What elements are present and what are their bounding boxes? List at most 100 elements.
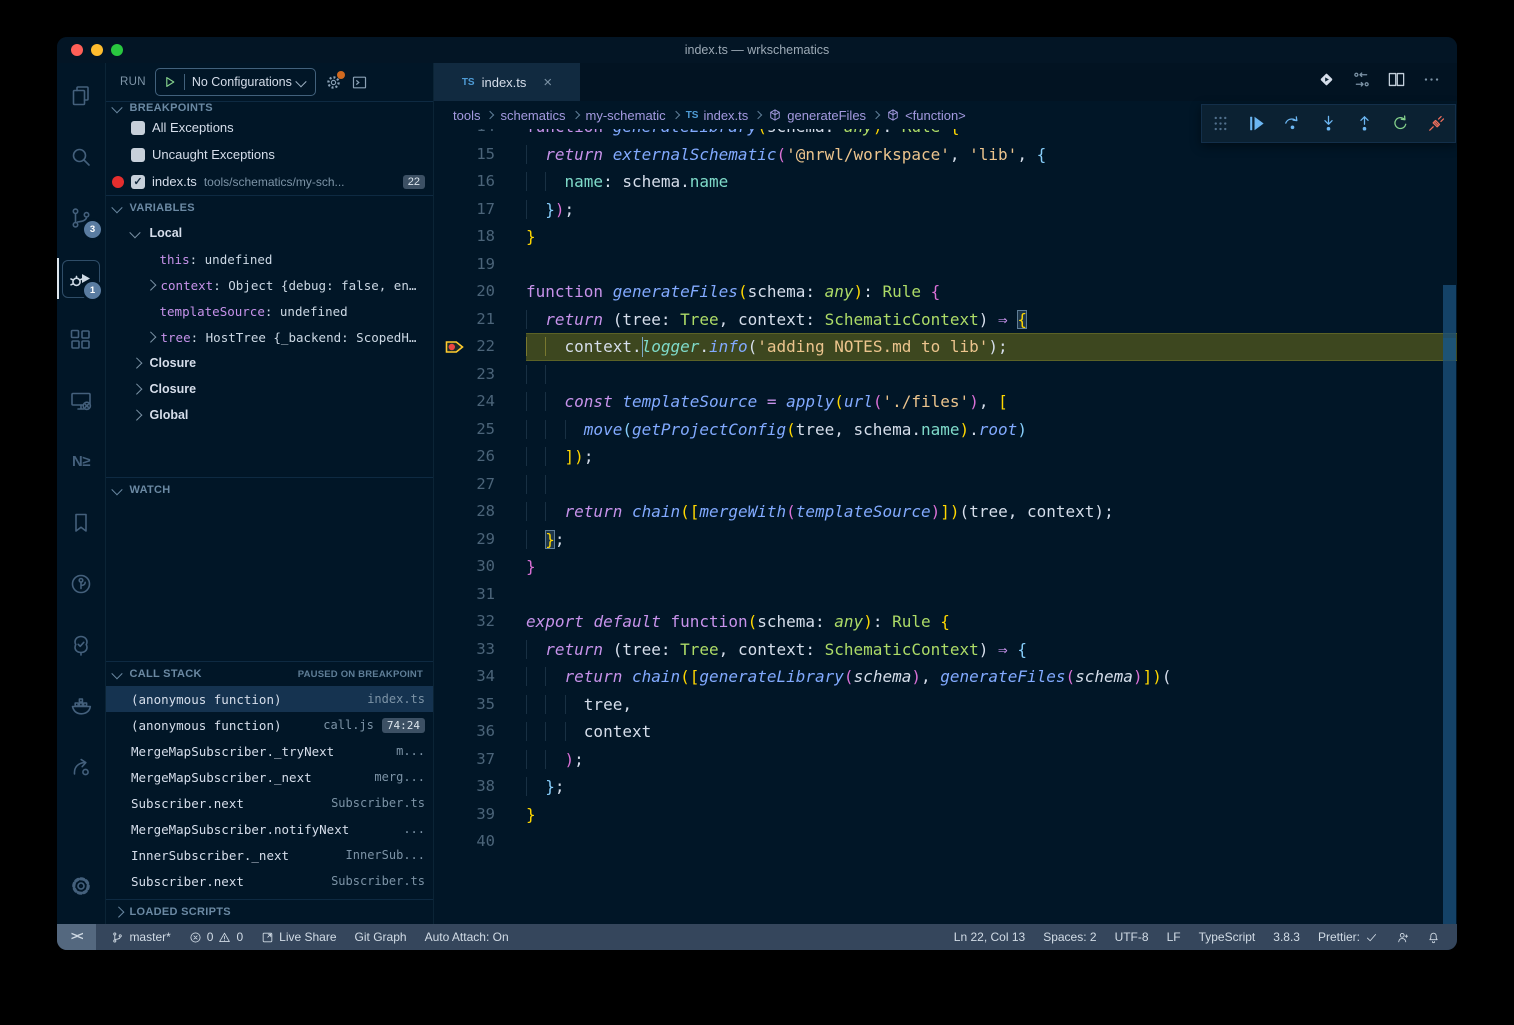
step-out-button[interactable]	[1349, 109, 1381, 139]
loaded-scripts-header[interactable]: LOADED SCRIPTS	[106, 899, 433, 924]
step-into-button[interactable]	[1312, 109, 1344, 139]
continue-button[interactable]	[1240, 109, 1272, 139]
status-problems[interactable]: 00	[180, 924, 252, 950]
code-line-content[interactable]: return (tree: Tree, context: SchematicCo…	[526, 306, 1457, 334]
variable-row[interactable]: templateSource: undefined	[106, 298, 433, 324]
code-line-content[interactable]: return chain([generateLibrary(schema), g…	[526, 663, 1457, 691]
code-line-content[interactable]: }	[526, 801, 1457, 829]
code-line-content[interactable]: move(getProjectConfig(tree, schema.name)…	[526, 416, 1457, 444]
call-stack-header[interactable]: CALL STACK PAUSED ON BREAKPOINT	[106, 661, 433, 686]
status-feedback[interactable]	[1387, 924, 1418, 950]
status-indentation[interactable]: Spaces: 2	[1034, 924, 1105, 950]
activity-item-remote-explorer[interactable]	[57, 370, 105, 431]
editor-action-run[interactable]	[1317, 70, 1336, 94]
toolbar-drag-handle[interactable]	[1204, 109, 1236, 139]
code-line-content[interactable]: return externalSchematic('@nrwl/workspac…	[526, 141, 1457, 169]
editor-action-split-editor[interactable]	[1387, 70, 1406, 94]
breakpoints-header[interactable]: BREAKPOINTS	[106, 101, 433, 114]
code-editor[interactable]: 14function generateLibrary(schema: any):…	[434, 129, 1457, 924]
breadcrumb-item-5[interactable]: generateFiles	[768, 108, 866, 123]
launch-configuration-dropdown[interactable]: No Configurations	[155, 68, 317, 96]
checkbox[interactable]	[131, 121, 145, 135]
code-line-content[interactable]	[526, 251, 1457, 279]
code-line-content[interactable]	[526, 471, 1457, 499]
checkbox[interactable]	[131, 148, 145, 162]
variables-scope-global[interactable]: Global	[106, 402, 433, 428]
breadcrumb-item-3[interactable]: my-schematic	[586, 108, 666, 123]
activity-item-search[interactable]	[57, 126, 105, 187]
activity-item-docker[interactable]	[57, 675, 105, 736]
code-line-content[interactable]: }	[526, 223, 1457, 251]
code-line-content[interactable]: ]);	[526, 443, 1457, 471]
activity-item-run-debug[interactable]: 1	[57, 248, 105, 309]
activity-item-extensions[interactable]	[57, 309, 105, 370]
watch-header[interactable]: WATCH	[106, 477, 433, 502]
step-over-button[interactable]	[1276, 109, 1308, 139]
code-line-content[interactable]: return (tree: Tree, context: SchematicCo…	[526, 636, 1457, 664]
code-line-content[interactable]: return chain([mergeWith(templateSource)]…	[526, 498, 1457, 526]
variable-row[interactable]: this: undefined	[106, 246, 433, 272]
variable-row[interactable]: context: Object {debug: false, en…	[106, 272, 433, 298]
breadcrumb-item-1[interactable]: tools	[453, 108, 480, 123]
status-auto-attach[interactable]: Auto Attach: On	[416, 924, 518, 950]
status-git-graph[interactable]: Git Graph	[346, 924, 416, 950]
restart-button[interactable]	[1385, 109, 1417, 139]
variables-scope-local[interactable]: Local	[106, 220, 433, 246]
code-line-content[interactable]: context	[526, 718, 1457, 746]
callstack-row[interactable]: MergeMapSubscriber._tryNextm...	[106, 738, 433, 764]
code-line-content[interactable]: function generateFiles(schema: any): Rul…	[526, 278, 1457, 306]
code-line-content[interactable]: };	[526, 773, 1457, 801]
callstack-row[interactable]: MergeMapSubscriber.notifyNext...	[106, 816, 433, 842]
status-encoding[interactable]: UTF-8	[1106, 924, 1158, 950]
variables-header[interactable]: VARIABLES	[106, 195, 433, 220]
breakpoint-row[interactable]: All Exceptions	[106, 114, 433, 141]
checkbox[interactable]: ✓	[131, 175, 145, 189]
variables-scope-closure[interactable]: Closure	[106, 376, 433, 402]
status-cursor-position[interactable]: Ln 22, Col 13	[945, 924, 1034, 950]
status-prettier[interactable]: Prettier:	[1309, 924, 1387, 950]
disconnect-button[interactable]	[1421, 109, 1453, 139]
breakpoint-row[interactable]: Uncaught Exceptions	[106, 141, 433, 168]
status-notifications[interactable]	[1418, 924, 1449, 950]
tab-index-ts[interactable]: TS index.ts ×	[434, 63, 580, 101]
minimize-window-button[interactable]	[91, 44, 103, 56]
code-line-content[interactable]: }	[526, 553, 1457, 581]
activity-item-source-control[interactable]: 3	[57, 187, 105, 248]
code-line-content[interactable]	[526, 581, 1457, 609]
activity-item-nx-console[interactable]: N≥	[57, 431, 105, 492]
activity-item-settings[interactable]	[57, 855, 105, 916]
editor-action-more-actions[interactable]	[1422, 70, 1441, 94]
breadcrumb-item-2[interactable]: schematics	[500, 108, 565, 123]
close-window-button[interactable]	[71, 44, 83, 56]
status-eol[interactable]: LF	[1158, 924, 1190, 950]
close-tab-button[interactable]: ×	[543, 74, 552, 91]
callstack-row[interactable]: Subscriber.nextSubscriber.ts	[106, 790, 433, 816]
start-debugging-icon[interactable]	[163, 75, 177, 89]
activity-item-git-history[interactable]	[57, 553, 105, 614]
remote-indicator[interactable]: ><	[57, 924, 96, 950]
status-live-share[interactable]: Live Share	[252, 924, 345, 950]
variable-row[interactable]: tree: HostTree {_backend: ScopedH…	[106, 324, 433, 350]
code-line-content[interactable]: const templateSource = apply(url('./file…	[526, 388, 1457, 416]
breadcrumb-item-4[interactable]: TSindex.ts	[686, 108, 749, 123]
breakpoint-row[interactable]: ✓index.tstools/schematics/my-sch...22	[106, 168, 433, 195]
code-line-content[interactable]: export default function(schema: any): Ru…	[526, 608, 1457, 636]
code-line-content[interactable]: });	[526, 196, 1457, 224]
code-line-content[interactable]: context.logger.info('adding NOTES.md to …	[526, 333, 1457, 361]
code-line-content[interactable]	[526, 828, 1457, 856]
status-git-branch[interactable]: master*	[102, 924, 179, 950]
activity-item-bookmarks[interactable]	[57, 492, 105, 553]
activity-item-test-explorer[interactable]	[57, 614, 105, 675]
status-language[interactable]: TypeScript	[1190, 924, 1265, 950]
debug-settings-button[interactable]	[325, 74, 342, 91]
scrollbar-thumb[interactable]	[1443, 285, 1456, 924]
callstack-row[interactable]: Subscriber.nextSubscriber.ts	[106, 868, 433, 894]
callstack-row[interactable]: MergeMapSubscriber._nextmerg...	[106, 764, 433, 790]
zoom-window-button[interactable]	[111, 44, 123, 56]
status-ts-version[interactable]: 3.8.3	[1264, 924, 1309, 950]
callstack-row[interactable]: InnerSubscriber._nextInnerSub...	[106, 842, 433, 868]
variables-scope-closure[interactable]: Closure	[106, 350, 433, 376]
callstack-row[interactable]: (anonymous function)index.ts	[106, 686, 433, 712]
activity-item-explorer[interactable]	[57, 65, 105, 126]
code-line-content[interactable]: };	[526, 526, 1457, 554]
